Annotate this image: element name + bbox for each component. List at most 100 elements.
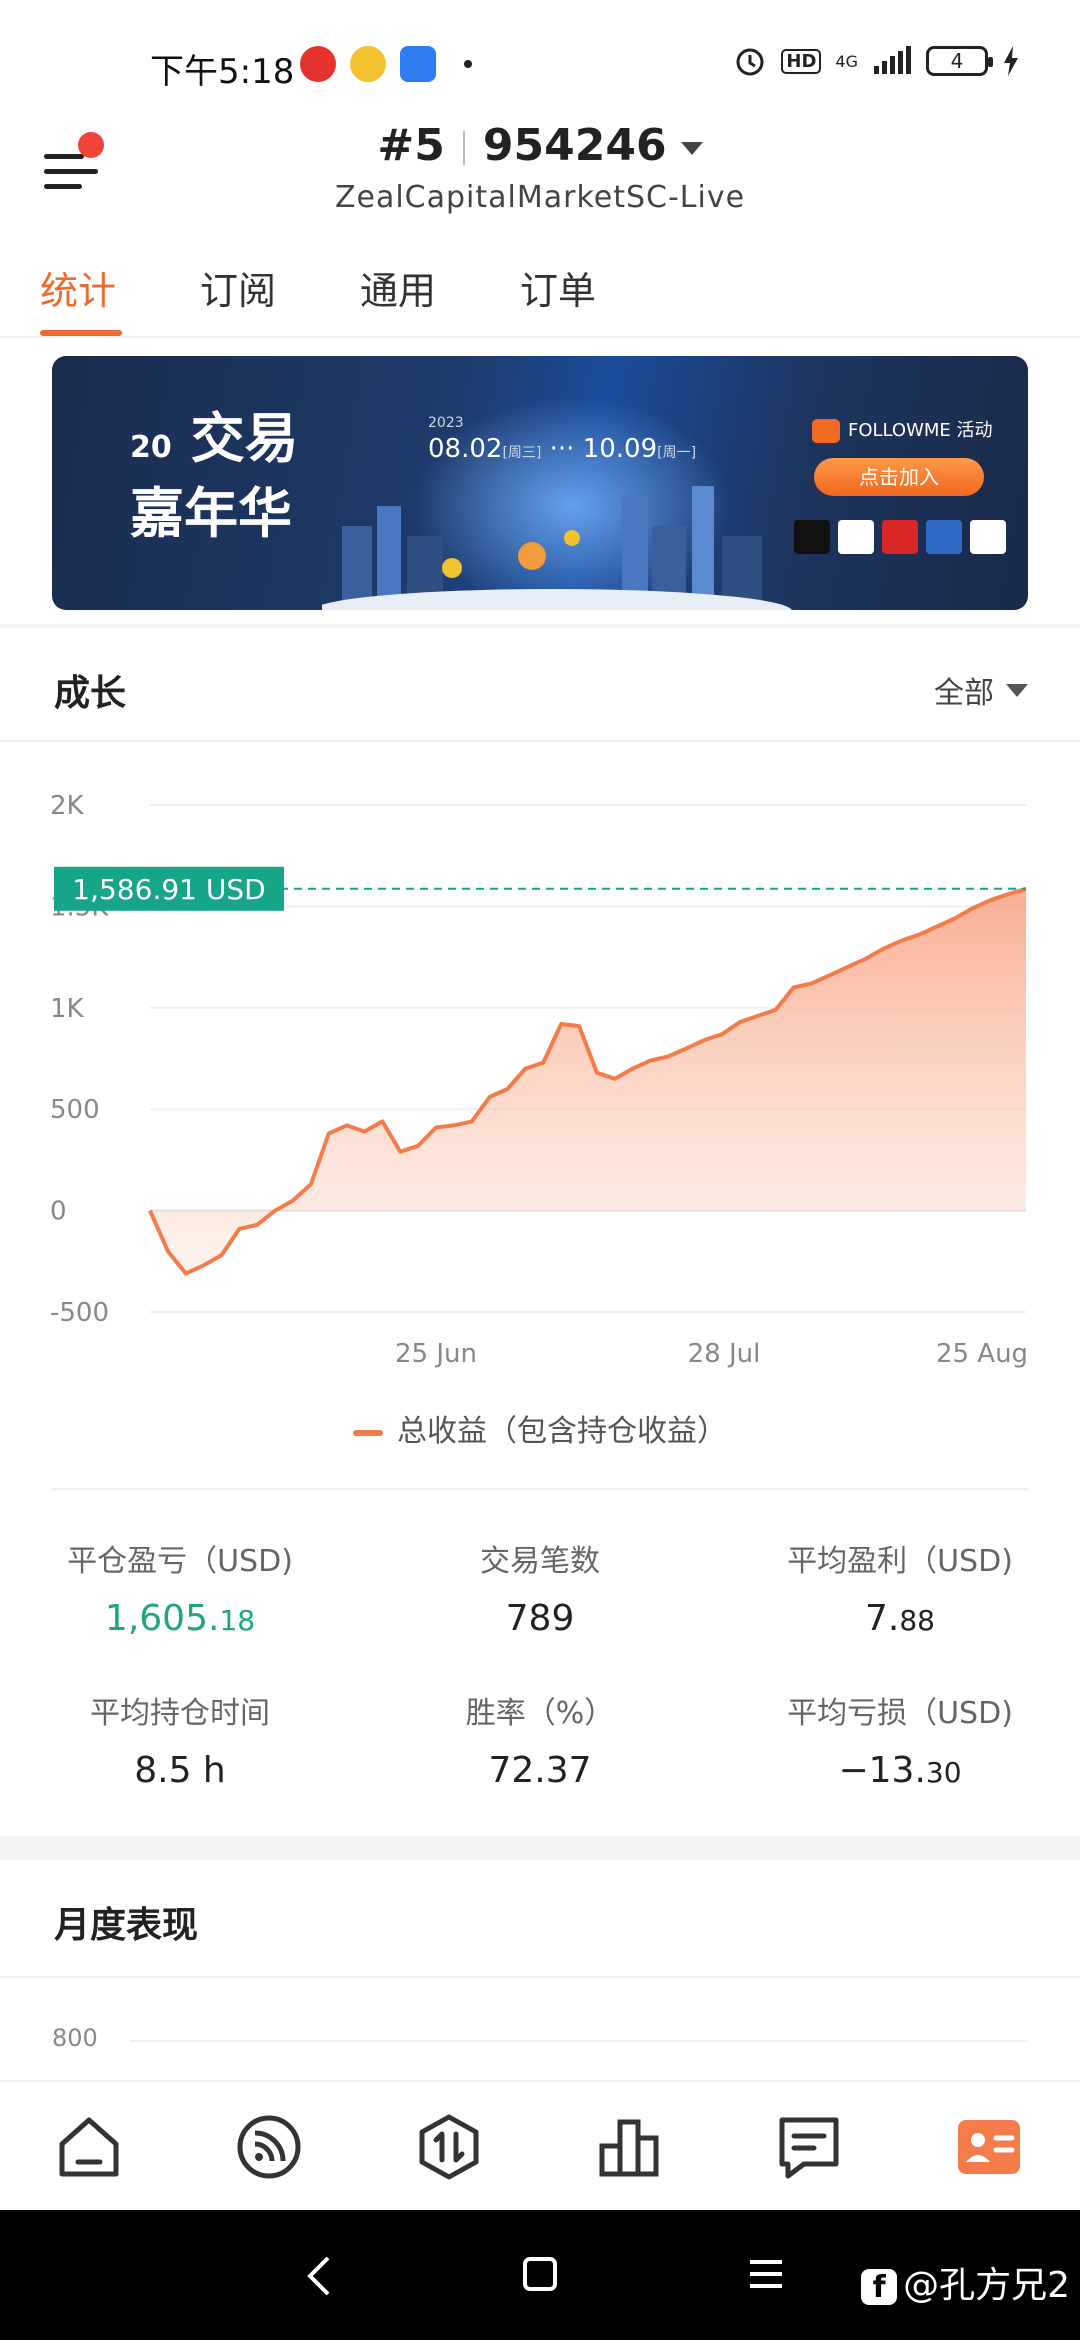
stat-value-main: 789: [505, 1598, 575, 1639]
battery-icon: 4: [926, 46, 993, 76]
network-label: 4G: [835, 51, 858, 71]
stat-value: −13.30: [720, 1750, 1080, 1791]
banner-title-line1: 交易: [190, 407, 299, 470]
battery-level: 4: [950, 49, 964, 73]
video-app-icon: [300, 46, 336, 82]
banner-brand-text: FOLLOWME 活动: [848, 420, 993, 441]
signal-icon: [874, 46, 911, 74]
stat-value-decimals: 88: [899, 1604, 935, 1637]
banner-join-button[interactable]: 点击加入: [814, 458, 984, 496]
banner-date-end: 10.09: [582, 434, 658, 464]
ranking-icon[interactable]: [594, 2112, 664, 2182]
y-tick-label: 500: [50, 1095, 100, 1125]
message-icon[interactable]: [774, 2112, 844, 2182]
watermark-text: @孔方兄2: [903, 2265, 1070, 2306]
separator: [462, 131, 465, 165]
charging-icon: [1004, 46, 1018, 76]
banner-date-start-day: [周三]: [502, 445, 542, 461]
stat-value-decimals: 30: [925, 1756, 962, 1789]
stat-label: 交易笔数: [480, 1544, 600, 1579]
growth-filter-dropdown[interactable]: 全部: [934, 668, 1028, 712]
y-tick-label: -500: [50, 1298, 109, 1328]
home-icon[interactable]: [54, 2112, 124, 2182]
watermark: f @孔方兄2: [861, 2256, 1070, 2308]
section-divider: [0, 624, 1080, 628]
legend-label: 总收益（包含持仓收益）: [397, 1414, 727, 1449]
stat-label: 平均持仓时间: [90, 1696, 270, 1731]
tab-orders[interactable]: 订单: [520, 260, 596, 315]
recent-apps-icon[interactable]: [748, 2258, 784, 2290]
growth-chart[interactable]: 2K1.5K1K5000-50025 Jun28 Jul25 Aug1,586.…: [0, 760, 1080, 1380]
stat-average-loss: 平均亏损（USD) −13.30: [720, 1688, 1080, 1791]
status-time: 下午5:18: [150, 52, 295, 92]
stat-label: 平均亏损（USD): [787, 1696, 1013, 1731]
series-area: [150, 888, 1026, 1274]
sponsor-logo: [794, 520, 830, 554]
banner-year-top: 20: [130, 430, 172, 465]
section-divider: [0, 740, 1080, 742]
stat-average-holding-time: 平均持仓时间 8.5 h: [0, 1688, 360, 1791]
system-navigation-bar: f @孔方兄2: [0, 2210, 1080, 2340]
car-app-icon: [400, 46, 436, 82]
promo-banner[interactable]: 20 交易 嘉年华 2023 08.02[周三] ··· 10.09[周一] F…: [52, 356, 1028, 610]
x-tick-label: 25 Aug: [936, 1339, 1028, 1369]
status-bar: 下午5:18 HD 4G 4: [0, 0, 1080, 120]
stat-value-main: −13.: [838, 1750, 926, 1791]
section-divider: [0, 1836, 1080, 1860]
active-tab-indicator: [40, 330, 122, 336]
monthly-title: 月度表现: [54, 1905, 199, 1946]
account-selector[interactable]: #5 954246: [0, 120, 1080, 171]
tab-bar: 统计 订阅 通用 订单: [0, 240, 1080, 338]
stat-value-main: 1,605.: [104, 1598, 220, 1639]
profile-icon[interactable]: [954, 2112, 1024, 2182]
stat-value-decimals: 18: [219, 1604, 256, 1637]
stat-value: 1,605.18: [0, 1598, 360, 1639]
growth-filter-label: 全部: [934, 676, 994, 711]
stat-value: 789: [360, 1598, 720, 1639]
sponsor-logo: [838, 520, 874, 554]
monthly-gridline: [130, 2040, 1028, 2042]
chevron-down-icon: [680, 141, 703, 155]
monthly-y-tick: 800: [52, 2024, 98, 2052]
banner-year-small: 2023: [428, 415, 464, 431]
tab-statistics[interactable]: 统计: [40, 260, 116, 315]
account-rank: #5: [377, 120, 445, 171]
alarm-icon: [736, 48, 764, 76]
trade-icon[interactable]: [414, 2112, 484, 2182]
stat-value: 72.37: [360, 1750, 720, 1791]
sponsor-logo: [970, 520, 1006, 554]
hd-badge: HD: [781, 48, 822, 74]
y-tick-label: 1K: [50, 994, 85, 1024]
x-tick-label: 25 Jun: [395, 1339, 477, 1369]
home-button-icon[interactable]: [522, 2256, 558, 2292]
sponsor-logo: [882, 520, 918, 554]
music-app-icon: [350, 46, 386, 82]
chevron-down-icon: [1006, 683, 1028, 697]
more-notifications-icon: [464, 60, 472, 68]
stat-trade-count: 交易笔数 789: [360, 1536, 720, 1639]
banner-dates: 2023 08.02[周三] ··· 10.09[周一]: [428, 415, 697, 464]
stat-average-profit: 平均盈利（USD) 7.88: [720, 1536, 1080, 1639]
tab-general[interactable]: 通用: [360, 260, 436, 315]
banner-date-start: 08.02: [428, 434, 503, 464]
account-header: #5 954246 ZealCapitalMarketSC-Live: [0, 120, 1080, 220]
growth-chart-svg: 2K1.5K1K5000-50025 Jun28 Jul25 Aug1,586.…: [50, 791, 1028, 1369]
stat-win-rate: 胜率（%） 72.37: [360, 1688, 720, 1791]
banner-title-line2: 嘉年华: [130, 482, 292, 545]
stat-value: 7.88: [720, 1598, 1080, 1639]
feed-icon[interactable]: [234, 2112, 304, 2182]
legend-swatch: [353, 1429, 383, 1436]
banner-title: 20 交易 嘉年华: [130, 406, 299, 547]
banner-brand: FOLLOWME 活动: [812, 416, 993, 443]
stat-label: 胜率（%）: [465, 1696, 615, 1731]
city-illustration: [322, 486, 792, 610]
stat-value-main: 72.37: [488, 1750, 592, 1791]
back-icon[interactable]: [302, 2254, 338, 2298]
stat-value-main: 8.5 h: [134, 1750, 226, 1791]
y-tick-label: 0: [50, 1197, 67, 1227]
growth-title: 成长: [54, 673, 127, 714]
tab-subscribe[interactable]: 订阅: [200, 260, 276, 315]
stat-label: 平仓盈亏（USD): [67, 1544, 293, 1579]
y-tick-label: 2K: [50, 791, 85, 821]
bottom-navigation: [0, 2080, 1080, 2210]
